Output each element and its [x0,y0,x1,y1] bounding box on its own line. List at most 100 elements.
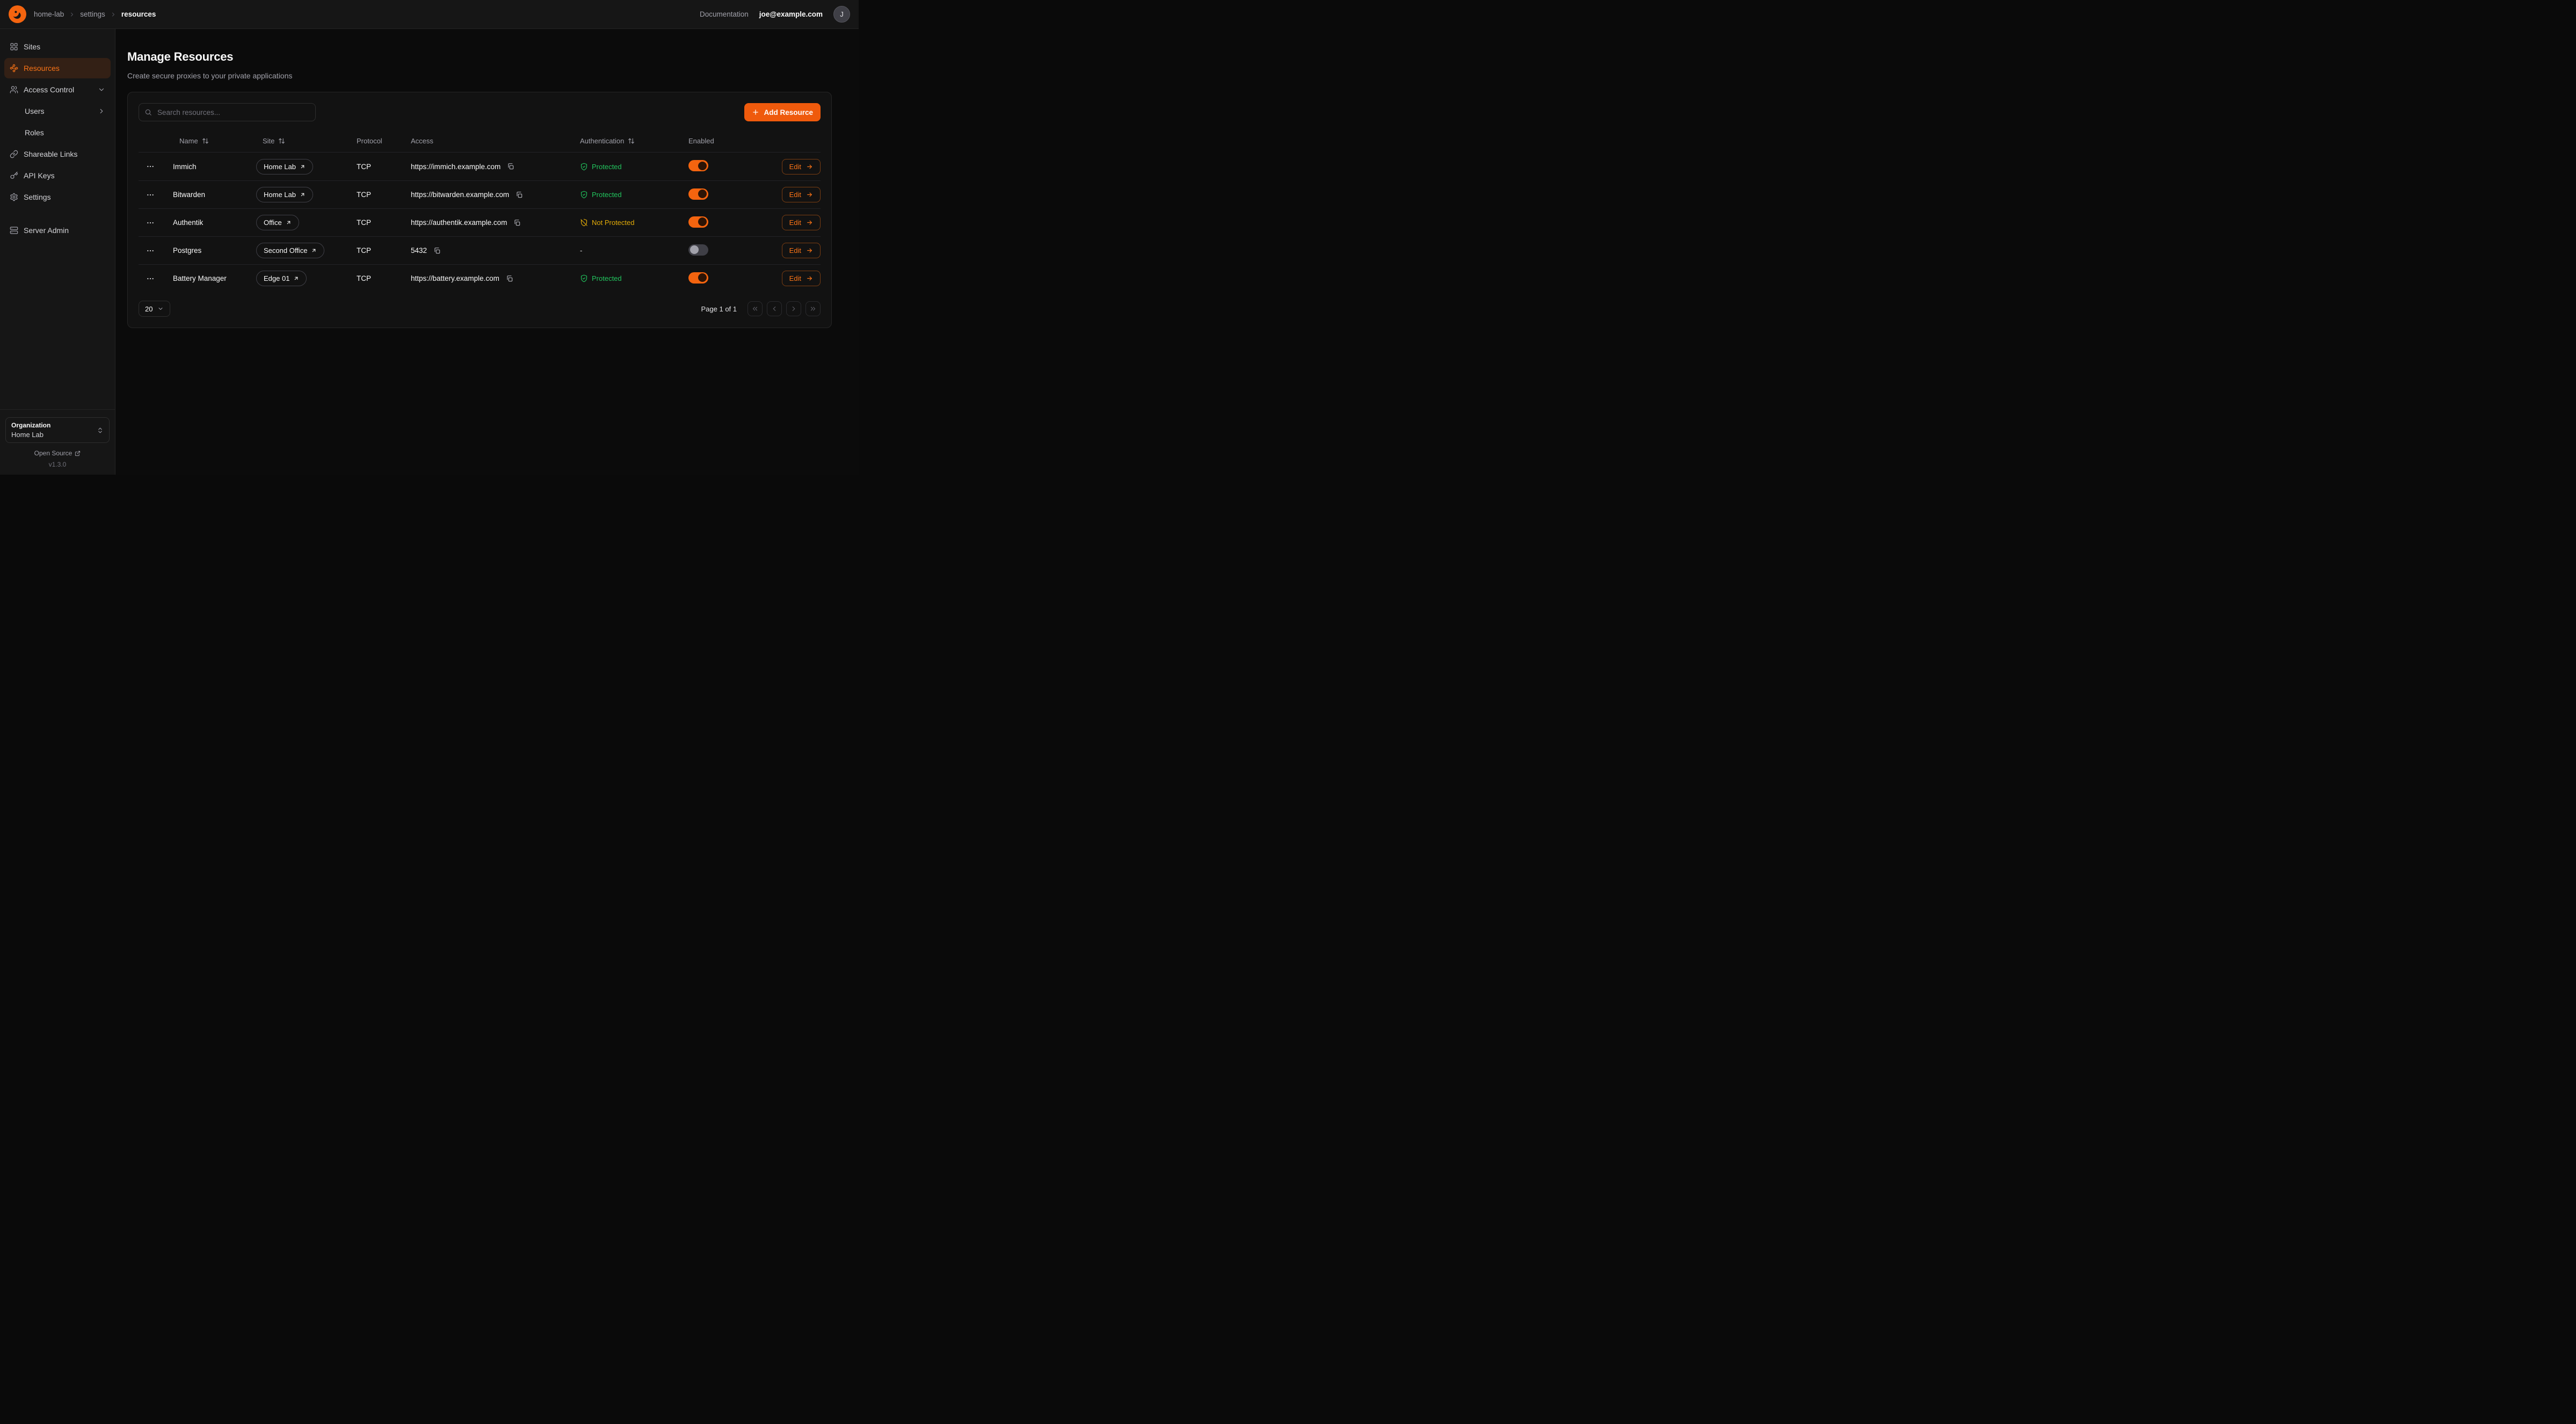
copy-button[interactable] [432,246,442,256]
site-link-button[interactable]: Edge 01 [256,271,307,286]
access-cell: https://authentik.example.com [411,218,580,228]
ellipsis-icon [146,219,155,227]
app-logo-icon[interactable] [9,5,26,23]
sort-by-name-button[interactable]: Name [173,137,209,145]
table-row: Postgres Second Office TCP 5432 - Edit [139,236,821,264]
access-cell: https://bitwarden.example.com [411,190,580,200]
sidebar-item-shareable-links[interactable]: Shareable Links [4,144,111,164]
search-input[interactable] [156,108,310,117]
sidebar-item-sites[interactable]: Sites [4,37,111,57]
topbar: home-lab settings resources Documentatio… [0,0,859,29]
header-protocol: Protocol [357,137,411,145]
enabled-cell [688,272,761,285]
open-source-label: Open Source [34,449,72,457]
copy-button[interactable] [512,218,522,228]
enabled-toggle[interactable] [688,244,708,256]
arrow-right-icon [806,219,813,226]
edit-label: Edit [789,163,801,171]
table-row: Authentik Office TCP https://authentik.e… [139,208,821,236]
ellipsis-icon [146,246,155,255]
row-menu-cell [139,272,173,285]
site-link-button[interactable]: Home Lab [256,187,313,202]
sidebar-item-api-keys[interactable]: API Keys [4,165,111,186]
table-row: Battery Manager Edge 01 TCP https://batt… [139,264,821,292]
site-link-button[interactable]: Second Office [256,243,324,258]
access-value: https://immich.example.com [411,163,500,171]
chevron-down-icon [157,306,164,312]
row-actions-menu-button[interactable] [139,188,157,201]
edit-button[interactable]: Edit [782,243,821,258]
enabled-cell [688,188,761,201]
arrow-right-icon [806,163,813,170]
sidebar-item-label: Roles [25,128,44,137]
first-page-button[interactable] [748,301,763,316]
arrow-up-right-icon [286,220,292,226]
row-actions-menu-button[interactable] [139,216,157,229]
enabled-toggle[interactable] [688,160,708,171]
sidebar-item-settings[interactable]: Settings [4,187,111,207]
arrow-right-icon [806,191,813,198]
chevron-left-icon [771,305,778,313]
table-header: Name Site Protocol Access Authentication… [139,130,821,152]
row-actions-menu-button[interactable] [139,272,157,285]
enabled-cell [688,160,761,173]
breadcrumb-settings[interactable]: settings [80,10,105,18]
table-row: Immich Home Lab TCP https://immich.examp… [139,152,821,180]
sort-by-authentication-button[interactable]: Authentication [580,137,635,145]
open-source-link[interactable]: Open Source [5,449,110,457]
edit-button[interactable]: Edit [782,159,821,175]
previous-page-button[interactable] [767,301,782,316]
server-icon [10,226,18,235]
user-email[interactable]: joe@example.com [759,10,823,18]
resource-name: Battery Manager [173,274,256,282]
page-size-select[interactable]: 20 [139,301,170,317]
enabled-toggle[interactable] [688,188,708,200]
edit-button[interactable]: Edit [782,271,821,286]
edit-label: Edit [789,246,801,255]
avatar[interactable]: J [833,6,850,23]
site-cell: Office [256,215,357,230]
enabled-toggle[interactable] [688,216,708,228]
auth-label: Protected [592,191,622,199]
access-value: https://battery.example.com [411,274,499,282]
site-link-button[interactable]: Office [256,215,299,230]
users-icon [10,85,18,94]
edit-button[interactable]: Edit [782,215,821,230]
sort-icon [202,137,209,144]
resource-name: Postgres [173,246,256,255]
documentation-link[interactable]: Documentation [700,10,749,18]
last-page-button[interactable] [806,301,821,316]
next-page-button[interactable] [786,301,801,316]
sidebar-item-users[interactable]: Users [4,101,111,121]
page-size-value: 20 [145,305,153,313]
toggle-thumb [698,190,707,198]
sidebar-item-resources[interactable]: Resources [4,58,111,78]
enabled-cell [688,216,761,229]
sidebar-item-server-admin[interactable]: Server Admin [4,220,111,241]
arrow-right-icon [806,275,813,282]
copy-button[interactable] [505,274,514,284]
edit-label: Edit [789,219,801,227]
waypoints-icon [10,64,18,72]
site-link-button[interactable]: Home Lab [256,159,313,175]
breadcrumb-org[interactable]: home-lab [34,10,64,18]
sidebar-item-roles[interactable]: Roles [4,122,111,143]
copy-icon [513,219,521,227]
ellipsis-icon [146,191,155,199]
access-value: https://bitwarden.example.com [411,191,509,199]
copy-button[interactable] [506,162,516,171]
row-actions-menu-button[interactable] [139,244,157,257]
copy-button[interactable] [514,190,524,200]
add-resource-button[interactable]: Add Resource [744,103,821,121]
edit-button[interactable]: Edit [782,187,821,202]
auth-label: Not Protected [592,219,635,227]
access-value: https://authentik.example.com [411,219,507,227]
sidebar-item-access-control[interactable]: Access Control [4,79,111,100]
sort-by-site-button[interactable]: Site [256,137,285,145]
sidebar-item-label: API Keys [24,171,55,180]
org-selector[interactable]: Organization Home Lab [5,417,110,443]
search-box [139,103,316,121]
enabled-toggle[interactable] [688,272,708,284]
chevron-right-icon [790,305,797,313]
row-actions-menu-button[interactable] [139,160,157,173]
